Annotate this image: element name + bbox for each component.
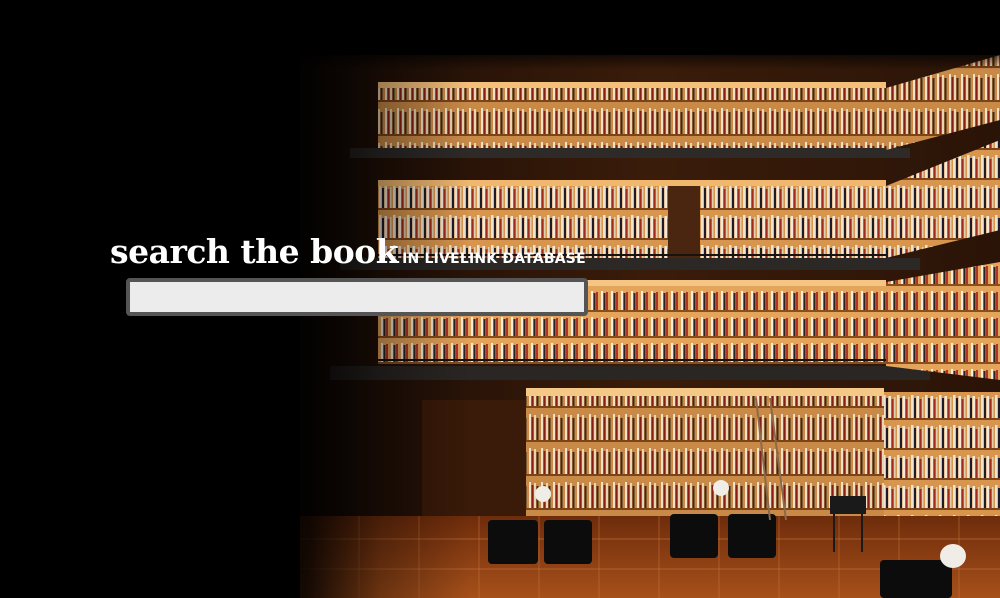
search-input[interactable] [126,278,588,316]
page: search the book IN LIVELINK DATABASE [0,0,1000,598]
search-heading: search the book IN LIVELINK DATABASE [110,232,586,271]
search-heading-main: search the book [110,232,399,271]
search-block: search the book IN LIVELINK DATABASE [110,232,588,316]
search-heading-sub: IN LIVELINK DATABASE [402,251,586,267]
